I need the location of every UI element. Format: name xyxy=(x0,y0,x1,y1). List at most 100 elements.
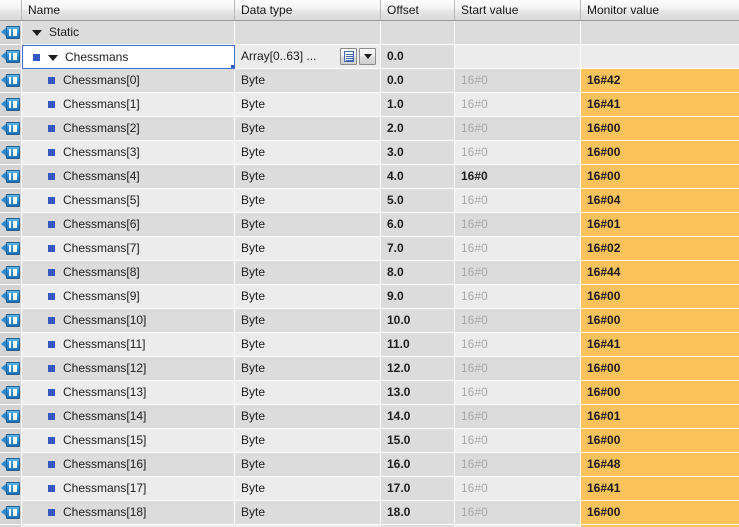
row-tag-cell[interactable] xyxy=(0,93,22,117)
row-tag-cell[interactable] xyxy=(0,357,22,381)
cell-offset[interactable]: 7.0 xyxy=(381,237,455,261)
cell-monitor-value[interactable]: 16#00 xyxy=(581,501,739,525)
column-header-data-type[interactable]: Data type xyxy=(235,0,381,20)
cell-monitor-value[interactable]: 16#00 xyxy=(581,165,739,189)
row-tag-cell[interactable] xyxy=(0,237,22,261)
triangle-down-icon[interactable] xyxy=(48,54,58,61)
cell-monitor-value[interactable]: 16#41 xyxy=(581,93,739,117)
row-tag-cell[interactable] xyxy=(0,405,22,429)
cell-start-value[interactable]: 16#0 xyxy=(455,381,581,405)
cell-offset[interactable]: 4.0 xyxy=(381,165,455,189)
cell-name[interactable]: Chessmans[11] xyxy=(22,333,235,357)
row-tag-cell[interactable] xyxy=(0,45,22,69)
cell-data-type[interactable]: Byte xyxy=(235,333,381,357)
row-tag-cell[interactable] xyxy=(0,429,22,453)
cell-monitor-value[interactable]: 16#00 xyxy=(581,357,739,381)
cell-start-value[interactable]: 16#0 xyxy=(455,477,581,501)
cell-offset[interactable]: 18.0 xyxy=(381,501,455,525)
cell-start-value[interactable]: 16#0 xyxy=(455,189,581,213)
cell-data-type[interactable]: Byte xyxy=(235,141,381,165)
cell-offset[interactable]: 11.0 xyxy=(381,333,455,357)
cell-start-value[interactable]: 16#0 xyxy=(455,117,581,141)
cell-name[interactable]: Chessmans[3] xyxy=(22,141,235,165)
cell-monitor-value[interactable]: 16#00 xyxy=(581,429,739,453)
cell-start-value[interactable]: 16#0 xyxy=(455,309,581,333)
row-tag-cell[interactable] xyxy=(0,453,22,477)
cell-data-type[interactable]: Byte xyxy=(235,405,381,429)
cell-offset[interactable]: 3.0 xyxy=(381,141,455,165)
row-tag-cell[interactable] xyxy=(0,261,22,285)
cell-monitor-value[interactable]: 16#48 xyxy=(581,453,739,477)
table-row[interactable]: Static xyxy=(0,21,739,45)
cell-data-type[interactable]: Byte xyxy=(235,93,381,117)
table-row[interactable]: Chessmans Array[0..63] ... 0.0 xyxy=(0,45,739,69)
cell-start-value[interactable]: 16#0 xyxy=(455,357,581,381)
table-row[interactable]: Chessmans[16] Byte 16.0 16#0 16#48 xyxy=(0,453,739,477)
cell-offset[interactable]: 10.0 xyxy=(381,309,455,333)
cell-offset[interactable]: 1.0 xyxy=(381,93,455,117)
column-header-monitor-value[interactable]: Monitor value xyxy=(581,0,739,20)
cell-start-value[interactable] xyxy=(455,21,581,45)
row-tag-cell[interactable] xyxy=(0,285,22,309)
table-row[interactable]: Chessmans[7] Byte 7.0 16#0 16#02 xyxy=(0,237,739,261)
row-tag-cell[interactable] xyxy=(0,117,22,141)
cell-offset[interactable]: 12.0 xyxy=(381,357,455,381)
cell-monitor-value[interactable]: 16#02 xyxy=(581,237,739,261)
table-row[interactable]: Chessmans[18] Byte 18.0 16#0 16#00 xyxy=(0,501,739,525)
table-row[interactable]: Chessmans[14] Byte 14.0 16#0 16#01 xyxy=(0,405,739,429)
cell-start-value[interactable] xyxy=(455,45,581,69)
cell-start-value[interactable]: 16#0 xyxy=(455,165,581,189)
cell-monitor-value[interactable]: 16#00 xyxy=(581,381,739,405)
cell-offset[interactable]: 0.0 xyxy=(381,45,455,69)
cell-start-value[interactable]: 16#0 xyxy=(455,333,581,357)
cell-name[interactable]: Chessmans[1] xyxy=(22,93,235,117)
cell-name[interactable]: Chessmans[18] xyxy=(22,501,235,525)
cell-start-value[interactable]: 16#0 xyxy=(455,237,581,261)
row-tag-cell[interactable] xyxy=(0,69,22,93)
row-tag-cell[interactable] xyxy=(0,189,22,213)
cell-data-type[interactable]: Byte xyxy=(235,285,381,309)
triangle-down-icon[interactable] xyxy=(32,29,42,36)
cell-start-value[interactable]: 16#0 xyxy=(455,429,581,453)
row-tag-cell[interactable] xyxy=(0,501,22,525)
cell-name[interactable]: Chessmans[2] xyxy=(22,117,235,141)
table-row[interactable]: Chessmans[10] Byte 10.0 16#0 16#00 xyxy=(0,309,739,333)
table-row[interactable]: Chessmans[2] Byte 2.0 16#0 16#00 xyxy=(0,117,739,141)
cell-data-type[interactable]: Byte xyxy=(235,237,381,261)
cell-data-type[interactable]: Byte xyxy=(235,261,381,285)
cell-data-type[interactable]: Byte xyxy=(235,117,381,141)
row-tag-cell[interactable] xyxy=(0,381,22,405)
cell-name[interactable]: Chessmans[6] xyxy=(22,213,235,237)
cell-data-type[interactable]: Byte xyxy=(235,357,381,381)
table-row[interactable]: Chessmans[11] Byte 11.0 16#0 16#41 xyxy=(0,333,739,357)
cell-data-type[interactable]: Byte xyxy=(235,477,381,501)
table-row[interactable]: Chessmans[0] Byte 0.0 16#0 16#42 xyxy=(0,69,739,93)
cell-monitor-value[interactable]: 16#42 xyxy=(581,69,739,93)
cell-name[interactable]: Chessmans[7] xyxy=(22,237,235,261)
cell-offset[interactable]: 17.0 xyxy=(381,477,455,501)
cell-name[interactable]: Chessmans[12] xyxy=(22,357,235,381)
cell-monitor-value[interactable]: 16#01 xyxy=(581,213,739,237)
cell-monitor-value[interactable]: 16#04 xyxy=(581,189,739,213)
cell-offset[interactable]: 13.0 xyxy=(381,381,455,405)
cell-start-value[interactable]: 16#0 xyxy=(455,453,581,477)
table-row[interactable]: Chessmans[3] Byte 3.0 16#0 16#00 xyxy=(0,141,739,165)
cell-monitor-value[interactable]: 16#00 xyxy=(581,285,739,309)
table-row[interactable]: Chessmans[15] Byte 15.0 16#0 16#00 xyxy=(0,429,739,453)
cell-name[interactable]: Chessmans[10] xyxy=(22,309,235,333)
data-type-dropdown-button[interactable] xyxy=(359,48,376,65)
cell-data-type[interactable]: Array[0..63] ... xyxy=(235,45,381,69)
cell-offset[interactable]: 16.0 xyxy=(381,453,455,477)
table-row[interactable]: Chessmans[9] Byte 9.0 16#0 16#00 xyxy=(0,285,739,309)
cell-name[interactable]: Chessmans[9] xyxy=(22,285,235,309)
cell-monitor-value[interactable] xyxy=(581,21,739,45)
cell-data-type[interactable]: Byte xyxy=(235,501,381,525)
cell-data-type[interactable]: Byte xyxy=(235,69,381,93)
cell-start-value[interactable]: 16#0 xyxy=(455,69,581,93)
cell-offset[interactable]: 9.0 xyxy=(381,285,455,309)
table-row[interactable]: Chessmans[6] Byte 6.0 16#0 16#01 xyxy=(0,213,739,237)
row-tag-cell[interactable] xyxy=(0,165,22,189)
cell-monitor-value[interactable]: 16#41 xyxy=(581,333,739,357)
cell-offset[interactable]: 5.0 xyxy=(381,189,455,213)
table-row[interactable]: Chessmans[12] Byte 12.0 16#0 16#00 xyxy=(0,357,739,381)
